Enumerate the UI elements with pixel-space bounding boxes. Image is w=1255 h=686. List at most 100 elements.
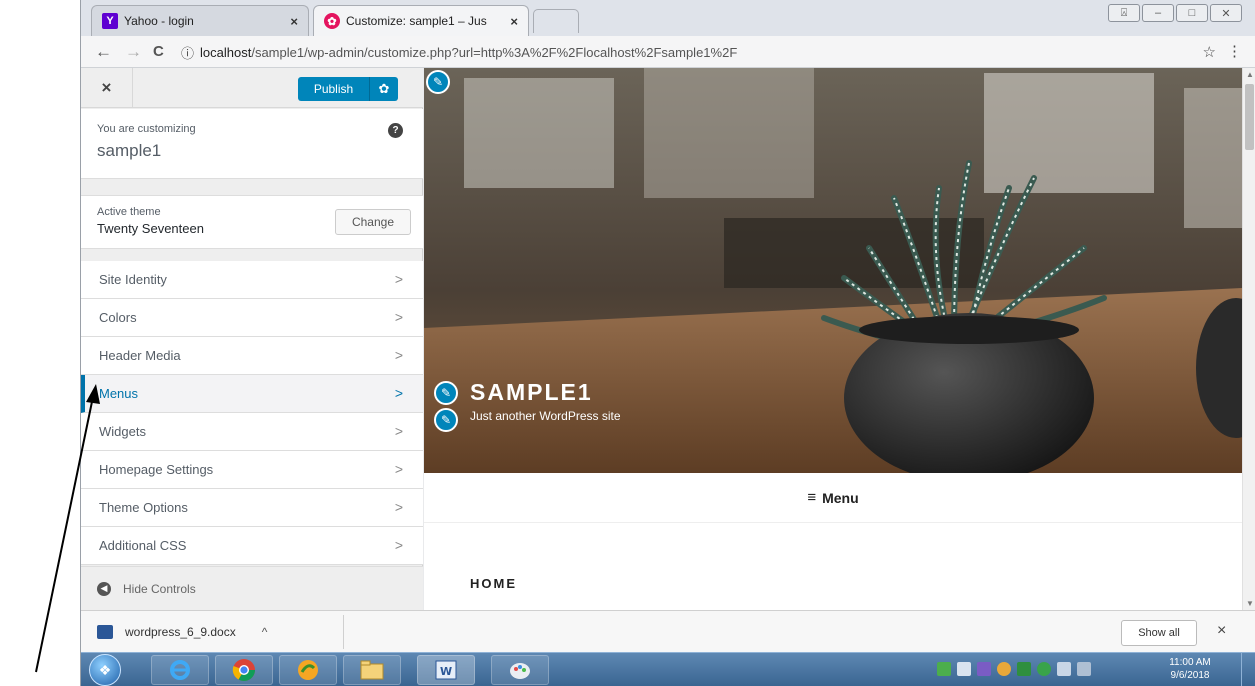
tab-strip: Y Yahoo - login × ✿ Customize: sample1 –… <box>81 0 1255 36</box>
tray-update-icon[interactable] <box>997 662 1011 676</box>
browser-toolbar: ← → C ⓘ localhost/sample1/wp-admin/custo… <box>81 36 1255 68</box>
clock-time: 11:00 AM <box>1169 657 1211 668</box>
profile-icon[interactable]: ⍓ <box>1108 4 1140 22</box>
customizer-sections: Site Identity > Colors > Header Media > … <box>81 261 423 565</box>
customizing-label: You are customizing <box>97 123 196 135</box>
section-homepage-settings[interactable]: Homepage Settings > <box>81 451 423 489</box>
back-icon[interactable]: ← <box>95 42 112 62</box>
section-additional-css[interactable]: Additional CSS > <box>81 527 423 565</box>
site-tagline: Just another WordPress site <box>470 409 621 423</box>
hamburger-icon[interactable]: ≡ <box>807 489 816 506</box>
info-icon[interactable]: ⓘ <box>181 43 194 62</box>
hide-controls-button[interactable]: ◀ Hide Controls <box>81 566 423 610</box>
theme-name: Twenty Seventeen <box>97 221 204 236</box>
reload-icon[interactable]: C <box>153 43 164 60</box>
scroll-thumb[interactable] <box>1245 84 1254 150</box>
tray-app-icon[interactable] <box>977 662 991 676</box>
close-window-icon[interactable]: ✕ <box>1210 4 1242 22</box>
tray-network-icon[interactable] <box>937 662 951 676</box>
new-tab-button[interactable] <box>533 9 579 33</box>
customizer-header: × Publish ✿ <box>81 68 423 108</box>
change-theme-button[interactable]: Change <box>335 209 411 235</box>
download-item[interactable]: wordpress_6_9.docx ^ <box>97 619 267 645</box>
scroll-up-icon[interactable]: ▲ <box>1246 70 1254 79</box>
edit-tagline-icon[interactable]: ✎ <box>434 408 458 432</box>
customizing-info: You are customizing sample1 ? <box>81 109 423 179</box>
word-document-icon <box>97 625 113 639</box>
url-path: /sample1/wp-admin/customize.php?url=http… <box>251 44 738 60</box>
chevron-up-icon[interactable]: ^ <box>262 625 268 639</box>
hide-controls-label: Hide Controls <box>123 581 196 596</box>
section-label: Homepage Settings <box>99 462 214 477</box>
menu-toggle[interactable]: Menu <box>822 490 859 506</box>
site-navigation: ≡ Menu <box>424 473 1242 523</box>
browser-window: Y Yahoo - login × ✿ Customize: sample1 –… <box>80 0 1255 686</box>
section-label: Colors <box>99 310 137 325</box>
help-icon[interactable]: ? <box>388 123 403 138</box>
internet-explorer-icon[interactable] <box>151 655 209 685</box>
tab-title: Customize: sample1 – Jus <box>346 14 487 28</box>
word-icon[interactable]: W <box>417 655 475 685</box>
chrome-icon[interactable] <box>215 655 273 685</box>
tray-sync-icon[interactable] <box>1037 662 1051 676</box>
tab-close-icon[interactable]: × <box>510 14 518 29</box>
paint-icon[interactable] <box>491 655 549 685</box>
tab-customize[interactable]: ✿ Customize: sample1 – Jus × <box>313 5 529 36</box>
section-label: Menus <box>99 386 139 401</box>
section-label: Widgets <box>99 424 146 439</box>
maximize-icon[interactable]: □ <box>1176 4 1208 22</box>
tray-counter-icon[interactable] <box>1017 662 1031 676</box>
start-button-icon[interactable]: ❖ <box>89 654 121 686</box>
browser-menu-icon[interactable]: ⋮ <box>1227 42 1242 60</box>
media-player-icon[interactable] <box>279 655 337 685</box>
preview-scrollbar[interactable]: ▲ ▼ <box>1242 68 1255 610</box>
tab-close-icon[interactable]: × <box>290 14 298 29</box>
tray-volume-icon[interactable] <box>1077 662 1091 676</box>
close-shelf-icon[interactable]: × <box>1217 622 1226 640</box>
chevron-right-icon: > <box>394 309 403 325</box>
windows-taskbar: ❖ W 11:00 AM 9/6/2018 <box>81 652 1255 686</box>
chevron-right-icon: > <box>394 385 403 401</box>
chevron-right-icon: > <box>394 461 403 477</box>
show-all-button[interactable]: Show all <box>1121 620 1197 646</box>
section-widgets[interactable]: Widgets > <box>81 413 423 451</box>
gear-icon[interactable]: ✿ <box>370 77 398 101</box>
section-header-media[interactable]: Header Media > <box>81 337 423 375</box>
download-shelf: wordpress_6_9.docx ^ Show all × <box>81 610 1255 652</box>
site-title[interactable]: SAMPLE1 <box>470 379 593 406</box>
divider <box>343 615 344 649</box>
publish-button[interactable]: Publish <box>298 77 370 101</box>
section-site-identity[interactable]: Site Identity > <box>81 261 423 299</box>
scroll-down-icon[interactable]: ▼ <box>1246 599 1254 608</box>
section-theme-options[interactable]: Theme Options > <box>81 489 423 527</box>
tray-flag-icon[interactable] <box>957 662 971 676</box>
tab-yahoo-login[interactable]: Y Yahoo - login × <box>91 5 309 36</box>
edit-header-image-icon[interactable]: ✎ <box>426 70 450 94</box>
minimize-icon[interactable]: – <box>1142 4 1174 22</box>
chevron-right-icon: > <box>394 423 403 439</box>
site-preview: ✎ ✎ ✎ SAMPLE1 Just another WordPress sit… <box>424 68 1242 610</box>
show-desktop-button[interactable] <box>1241 653 1255 686</box>
taskbar-clock[interactable]: 11:00 AM 9/6/2018 <box>1159 656 1221 682</box>
section-colors[interactable]: Colors > <box>81 299 423 337</box>
download-filename: wordpress_6_9.docx <box>125 625 236 639</box>
window-controls: ⍓ – □ ✕ <box>1108 4 1242 22</box>
bookmark-star-icon[interactable]: ☆ <box>1203 43 1216 61</box>
collapse-icon: ◀ <box>97 581 111 596</box>
chevron-right-icon: > <box>394 537 403 553</box>
close-customizer-icon[interactable]: × <box>81 68 133 108</box>
section-label: Header Media <box>99 348 181 363</box>
customizer-panel: × Publish ✿ You are customizing sample1 … <box>81 68 423 610</box>
publish-button-group: Publish ✿ <box>298 77 398 101</box>
url-host: localhost <box>200 44 252 60</box>
tab-title: Yahoo - login <box>124 14 194 28</box>
forward-icon[interactable]: → <box>125 42 142 62</box>
section-menus[interactable]: Menus > <box>81 375 423 413</box>
page-heading-home: HOME <box>470 576 517 591</box>
active-theme-label: Active theme <box>97 206 161 218</box>
edit-site-title-icon[interactable]: ✎ <box>434 381 458 405</box>
tray-power-icon[interactable] <box>1057 662 1071 676</box>
address-bar[interactable]: ⓘ localhost/sample1/wp-admin/customize.p… <box>181 40 1211 64</box>
file-explorer-icon[interactable] <box>343 655 401 685</box>
screenshot: Y Yahoo - login × ✿ Customize: sample1 –… <box>0 0 1255 686</box>
